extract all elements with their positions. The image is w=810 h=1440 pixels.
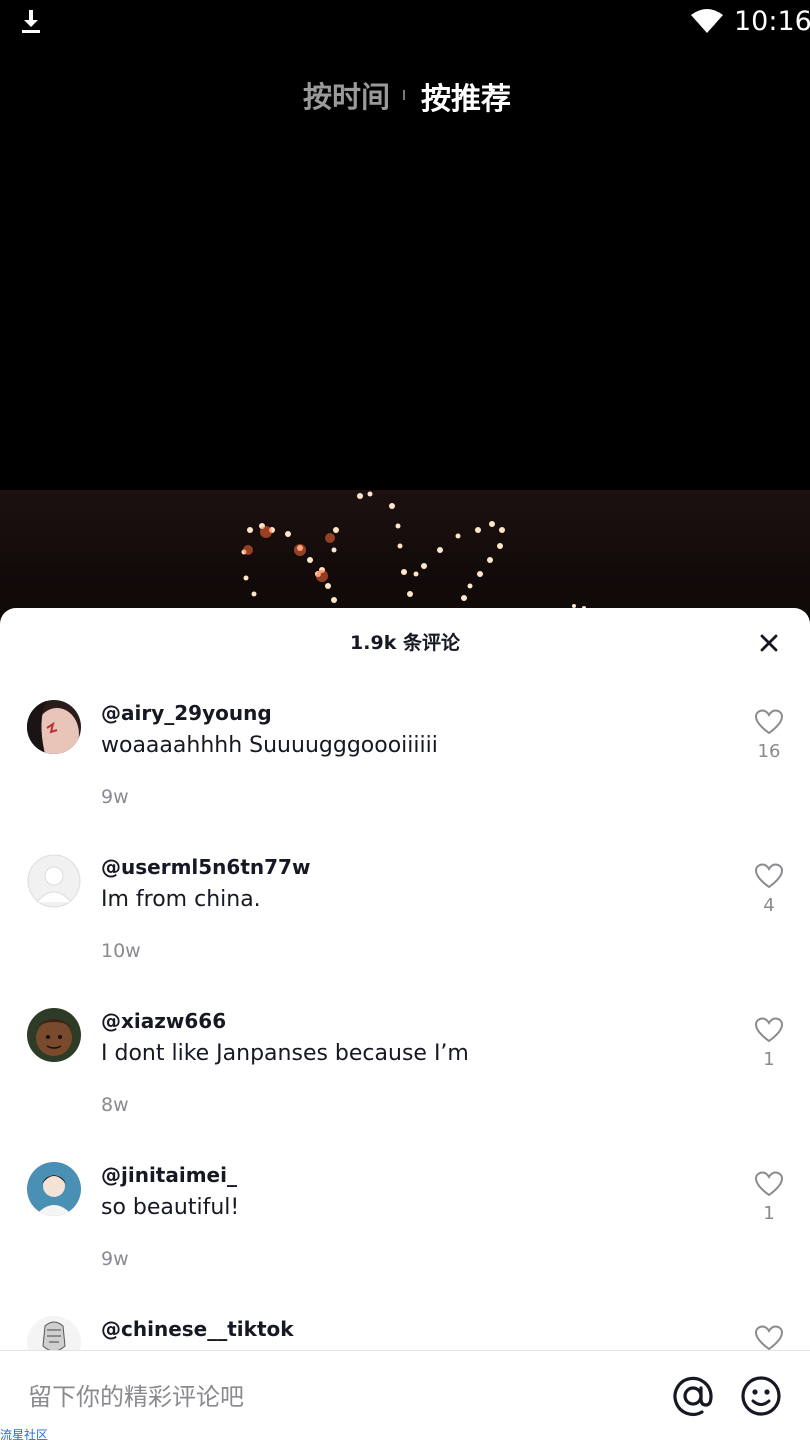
like-count: 16 xyxy=(757,741,781,762)
comment-item: @chinese__tiktok xyxy=(0,1290,810,1350)
avatar[interactable] xyxy=(27,1162,81,1216)
tab-divider xyxy=(403,90,405,100)
status-time: 10:16 xyxy=(734,6,810,37)
comment-sheet: 1.9k 条评论 @airy_29young woaaaahhhh Suuuug… xyxy=(0,608,810,1440)
heart-icon[interactable] xyxy=(754,708,784,736)
comment-item: @airy_29young woaaaahhhh Suuuugggoooiiii… xyxy=(0,674,810,828)
comment-username[interactable]: @jinitaimei_ xyxy=(101,1163,237,1187)
watermark: 流星社区 xyxy=(0,1428,49,1440)
fireworks-image xyxy=(241,491,586,610)
comment-item: @userml5n6tn77w Im from china. 10w 4 xyxy=(0,828,810,982)
video-preview[interactable] xyxy=(0,490,810,620)
comment-text: so beautiful! xyxy=(101,1195,240,1220)
mention-at-icon[interactable] xyxy=(672,1375,714,1417)
comment-time: 9w xyxy=(101,1248,129,1270)
comment-input[interactable]: 留下你的精彩评论吧 xyxy=(28,1377,244,1412)
comment-time: 8w xyxy=(101,1094,129,1116)
wifi-icon xyxy=(691,9,723,33)
heart-icon[interactable] xyxy=(754,1324,784,1350)
close-icon[interactable] xyxy=(752,626,786,660)
comment-text: I dont like Janpanses because I’m xyxy=(101,1041,469,1066)
comment-username[interactable]: @userml5n6tn77w xyxy=(101,855,310,879)
comment-time: 9w xyxy=(101,786,129,808)
download-icon xyxy=(22,10,40,33)
avatar[interactable] xyxy=(27,854,81,908)
sheet-header: 1.9k 条评论 xyxy=(0,608,810,674)
tab-by-time[interactable]: 按时间 xyxy=(303,74,390,116)
avatar[interactable] xyxy=(27,1316,81,1350)
tab-by-recommend[interactable]: 按推荐 xyxy=(421,74,511,118)
comment-sort-tabs: 按时间 按推荐 xyxy=(0,74,810,118)
avatar[interactable] xyxy=(27,700,81,754)
comment-username[interactable]: @xiazw666 xyxy=(101,1009,226,1033)
comment-text: Im from china. xyxy=(101,887,261,912)
comment-item: @xiazw666 I dont like Janpanses because … xyxy=(0,982,810,1136)
comment-username[interactable]: @airy_29young xyxy=(101,701,272,725)
comment-time: 10w xyxy=(101,940,141,962)
emoji-icon[interactable] xyxy=(740,1375,782,1417)
heart-icon[interactable] xyxy=(754,1016,784,1044)
avatar[interactable] xyxy=(27,1008,81,1062)
like-count: 1 xyxy=(763,1049,775,1070)
heart-icon[interactable] xyxy=(754,1170,784,1198)
like-count: 4 xyxy=(763,895,775,916)
status-bar: 10:16 xyxy=(0,0,810,44)
comment-count-title: 1.9k 条评论 xyxy=(350,632,460,654)
comment-text: woaaaahhhh Suuuugggoooiiiiii xyxy=(101,733,438,758)
comment-username[interactable]: @chinese__tiktok xyxy=(101,1317,294,1341)
like-count: 1 xyxy=(763,1203,775,1224)
comment-list[interactable]: @airy_29young woaaaahhhh Suuuugggoooiiii… xyxy=(0,674,810,1350)
heart-icon[interactable] xyxy=(754,862,784,890)
comment-item: @jinitaimei_ so beautiful! 9w 1 xyxy=(0,1136,810,1290)
comment-input-bar: 留下你的精彩评论吧 xyxy=(0,1350,810,1440)
